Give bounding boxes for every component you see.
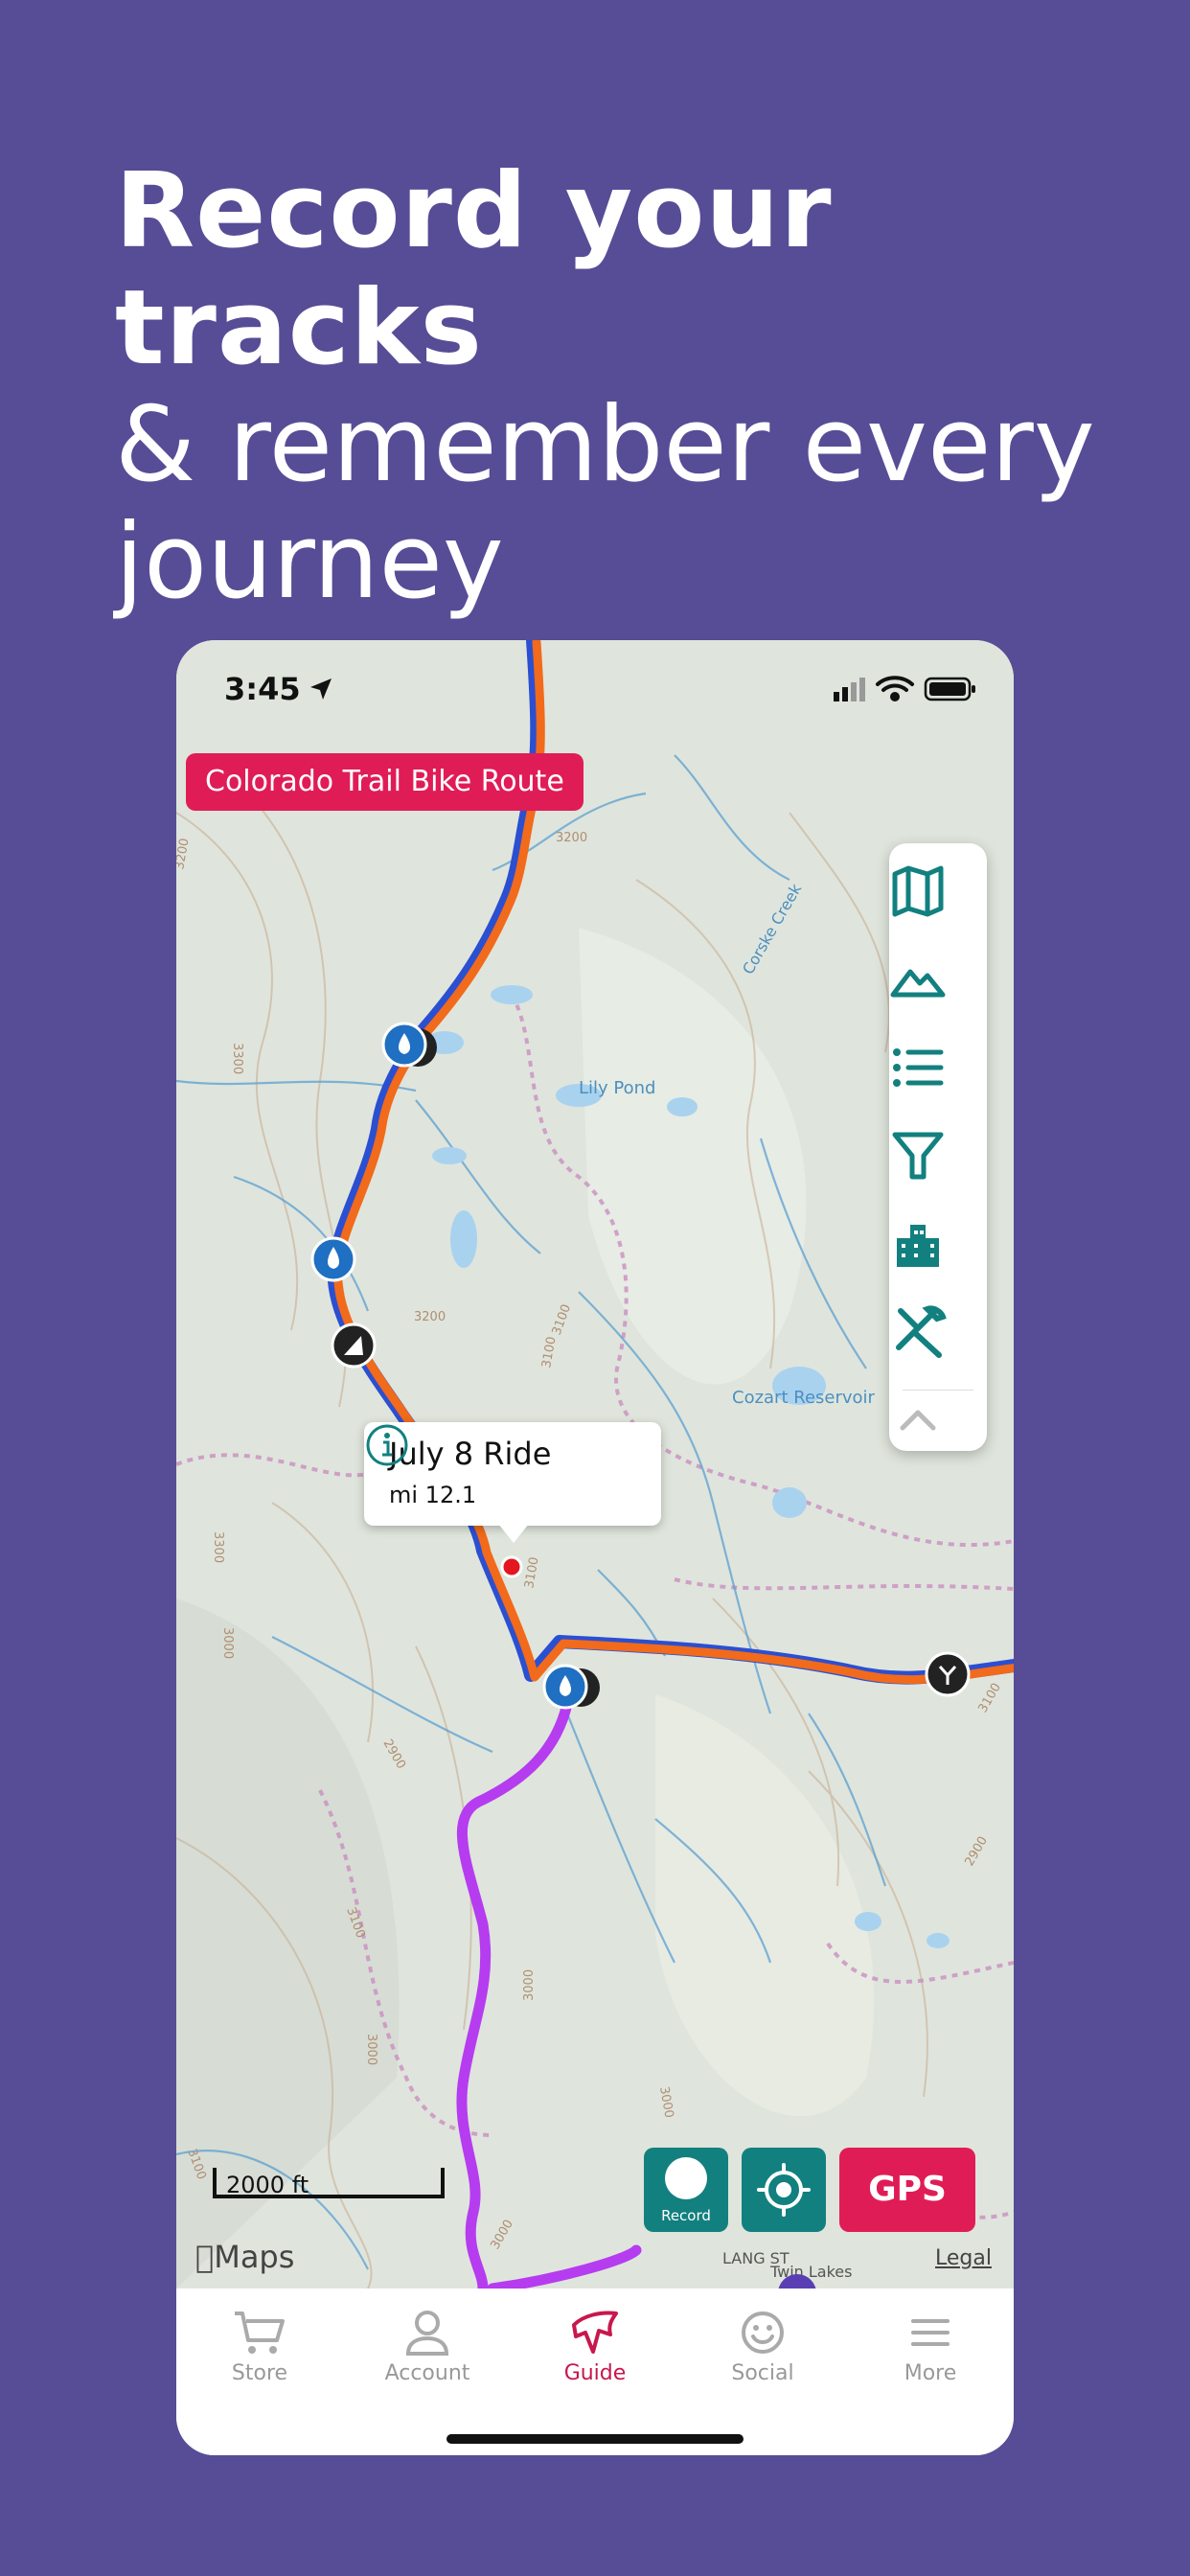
- cart-icon: [235, 2312, 285, 2354]
- scale-label: 2000 ft: [226, 2172, 309, 2198]
- gps-button[interactable]: GPS: [839, 2148, 975, 2232]
- info-icon[interactable]: [364, 1422, 410, 1468]
- contour-label: 3200: [556, 831, 587, 845]
- contour-label: 3300: [230, 1043, 244, 1074]
- legal-link[interactable]: Legal: [935, 2246, 992, 2270]
- tab-label: Store: [231, 2361, 288, 2385]
- terrain-icon[interactable]: [889, 951, 947, 1008]
- chevron-up-icon[interactable]: [889, 1397, 947, 1443]
- status-time: 3:45: [224, 671, 301, 707]
- tab-more[interactable]: More: [868, 2308, 993, 2385]
- crosshair-icon: [757, 2163, 811, 2217]
- tools-icon[interactable]: [889, 1303, 947, 1361]
- contour-label: 3000: [522, 1969, 537, 2001]
- smiley-icon: [742, 2312, 784, 2354]
- menu-icon: [911, 2319, 950, 2346]
- list-icon[interactable]: [889, 1039, 947, 1096]
- junction-marker[interactable]: [925, 1651, 971, 1697]
- status-icons: [834, 673, 977, 705]
- contour-label: 3300: [211, 1531, 225, 1563]
- battery-icon: [924, 677, 975, 702]
- filter-icon[interactable]: [889, 1127, 947, 1184]
- water-marker[interactable]: [542, 1664, 600, 1710]
- apple-logo-icon: : [195, 2239, 214, 2275]
- tab-label: Social: [731, 2361, 794, 2385]
- headline-line-1: Record your tracks: [115, 151, 833, 388]
- person-icon: [405, 2311, 449, 2356]
- twin-lakes-label: Twin Lakes: [769, 2263, 852, 2281]
- record-label: Record: [661, 2207, 711, 2224]
- guide-icon: [572, 2311, 618, 2354]
- popup-tail: [498, 1524, 529, 1543]
- tab-label: Account: [384, 2361, 470, 2385]
- tab-label: Guide: [563, 2361, 627, 2385]
- tab-guide[interactable]: Guide: [533, 2308, 657, 2385]
- tab-social[interactable]: Social: [700, 2308, 825, 2385]
- toolbar-divider: [903, 1390, 973, 1391]
- route-name-badge[interactable]: Colorado Trail Bike Route: [186, 753, 584, 811]
- lily-pond-label: Lily Pond: [579, 1078, 655, 1098]
- tab-label: More: [904, 2361, 957, 2385]
- tab-bar: Store Account Guide Social More: [176, 2288, 1014, 2455]
- buildings-icon[interactable]: [889, 1215, 947, 1273]
- headline-line-3: journey: [115, 502, 504, 622]
- cozart-reservoir-label: Cozart Reservoir: [732, 1388, 876, 1408]
- tab-account[interactable]: Account: [365, 2308, 490, 2385]
- map-view[interactable]: Lily Pond Cozart Reservoir Corske Creek …: [176, 640, 1014, 2288]
- headline-line-2: & remember every: [115, 385, 1095, 505]
- phone-screen: Lily Pond Cozart Reservoir Corske Creek …: [176, 640, 1014, 2455]
- map-icon[interactable]: [889, 862, 947, 920]
- headline: Record your tracks & remember every jour…: [115, 153, 1150, 621]
- map-toolbar: [889, 843, 987, 1451]
- home-indicator[interactable]: [446, 2434, 744, 2444]
- record-button[interactable]: Record: [644, 2148, 728, 2232]
- contour-label: 3000: [364, 2034, 378, 2065]
- popup-mileage: mi 12.1: [389, 1482, 477, 1508]
- contour-label: 3200: [414, 1310, 446, 1324]
- water-marker[interactable]: [310, 1236, 356, 1282]
- contour-label: 3000: [220, 1627, 235, 1659]
- locate-button[interactable]: [742, 2148, 826, 2232]
- maps-attribution: Maps: [195, 2239, 294, 2275]
- wifi-icon: [876, 676, 914, 702]
- track-popup[interactable]: July 8 Ride mi 12.1: [364, 1422, 661, 1543]
- tab-store[interactable]: Store: [197, 2308, 322, 2385]
- location-arrow-icon: [310, 678, 332, 700]
- signal-icon: [834, 678, 865, 702]
- popup-title: July 8 Ride: [389, 1436, 552, 1472]
- summit-marker[interactable]: [331, 1322, 377, 1368]
- ride-position-marker[interactable]: [500, 1555, 523, 1578]
- maps-attribution-text: Maps: [195, 2239, 294, 2275]
- record-icon: [665, 2157, 707, 2199]
